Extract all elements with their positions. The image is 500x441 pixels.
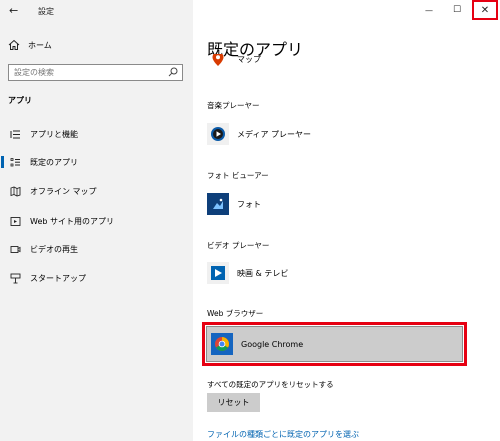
music-player-app-button[interactable]: メディア プレーヤー — [207, 123, 311, 145]
category-label: Web ブラウザー — [207, 309, 264, 318]
app-name: Google Chrome — [241, 339, 304, 349]
category-label: 音楽プレーヤー — [207, 101, 260, 110]
sidebar-item-startup[interactable]: スタートアップ — [0, 269, 193, 287]
website-apps-icon — [10, 216, 21, 226]
web-browser-highlight: Google Chrome — [202, 322, 467, 366]
settings-search-box[interactable] — [8, 64, 183, 81]
app-name: フォト — [237, 199, 261, 209]
choose-by-file-type-link[interactable]: ファイルの種類ごとに既定のアプリを選ぶ — [207, 429, 359, 440]
category-label: フォト ビューアー — [207, 171, 269, 180]
category-label: ビデオ プレーヤー — [207, 241, 270, 250]
settings-sidebar: ← 設定 ホーム アプリ アプリと機能 — [0, 0, 193, 441]
video-playback-icon — [10, 245, 21, 253]
app-name: 映画 & テレビ — [237, 268, 289, 278]
close-icon: ✕ — [480, 4, 490, 16]
app-name: マップ — [237, 54, 261, 64]
search-icon[interactable] — [168, 67, 178, 77]
section-title: アプリ — [8, 96, 32, 105]
home-nav[interactable]: ホーム — [8, 38, 178, 52]
sidebar-item-website-apps[interactable]: Web サイト用のアプリ — [0, 212, 193, 230]
minimize-button[interactable]: — — [416, 0, 442, 20]
title-bar: ← 設定 — [0, 0, 193, 22]
sidebar-item-label: 既定のアプリ — [30, 157, 78, 167]
maps-row-clip: マップ — [207, 54, 327, 76]
active-indicator — [1, 156, 4, 168]
sidebar-item-video-playback[interactable]: ビデオの再生 — [0, 240, 193, 258]
default-apps-page: — ☐ ✕ 既定のアプリ マップ 音楽プレーヤー メディア プレーヤー フォト … — [193, 0, 500, 441]
photo-viewer-app-button[interactable]: フォト — [207, 193, 261, 215]
sidebar-item-label: ビデオの再生 — [30, 244, 78, 254]
chrome-icon — [211, 333, 233, 355]
sidebar-item-offline-maps[interactable]: オフライン マップ — [0, 182, 193, 200]
web-browser-app-button[interactable]: Google Chrome — [206, 326, 463, 362]
minimize-icon: — — [425, 5, 433, 15]
sidebar-item-label: アプリと機能 — [30, 129, 78, 139]
offline-map-icon — [10, 186, 21, 196]
maximize-button[interactable]: ☐ — [444, 0, 470, 20]
web-browser-app-row: Google Chrome — [211, 333, 303, 355]
sidebar-item-default-apps[interactable]: 既定のアプリ — [0, 153, 193, 171]
maximize-icon: ☐ — [452, 5, 462, 15]
reset-label: すべての既定のアプリをリセットする — [207, 380, 334, 389]
maps-icon — [207, 54, 229, 70]
photos-icon — [207, 193, 229, 215]
startup-icon — [10, 273, 21, 283]
sidebar-item-apps-features[interactable]: アプリと機能 — [0, 125, 193, 143]
sidebar-item-label: オフライン マップ — [30, 186, 97, 196]
reset-button[interactable]: リセット — [207, 393, 260, 412]
video-player-app-button[interactable]: 映画 & テレビ — [207, 262, 288, 284]
movies-tv-icon — [207, 262, 229, 284]
default-apps-icon — [10, 157, 20, 166]
app-name: メディア プレーヤー — [237, 129, 311, 139]
media-player-icon — [207, 123, 229, 145]
back-arrow-icon[interactable]: ← — [9, 4, 23, 18]
sidebar-item-label: スタートアップ — [30, 273, 86, 283]
apps-list-icon — [10, 130, 20, 138]
close-button[interactable]: ✕ — [472, 0, 498, 20]
home-label: ホーム — [28, 40, 52, 50]
window-title: 設定 — [38, 7, 54, 16]
home-icon — [8, 39, 20, 50]
maps-app-button[interactable]: マップ — [207, 54, 261, 70]
sidebar-item-label: Web サイト用のアプリ — [30, 216, 114, 226]
search-input[interactable] — [9, 65, 159, 80]
